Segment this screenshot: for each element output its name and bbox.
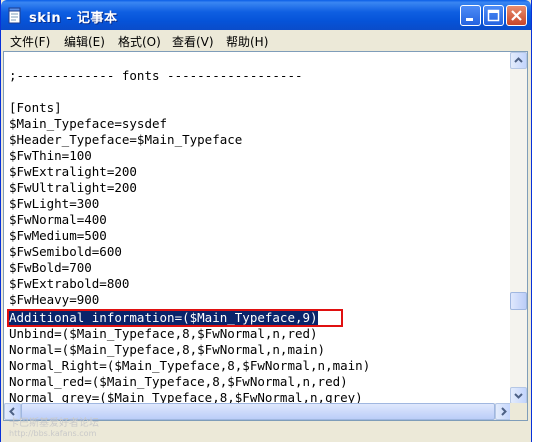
title-bar[interactable]: skin - 记事本 xyxy=(1,0,531,30)
close-button[interactable] xyxy=(506,5,527,26)
text-line: $FwThin=100 xyxy=(9,148,92,163)
menu-view[interactable]: 查看(V) xyxy=(172,33,214,50)
watermark: 卡巴斯基爱好者论坛 http://bbs.kafans.com xyxy=(9,419,149,439)
text-line: $FwMedium=500 xyxy=(9,228,107,243)
text-editor[interactable]: ;------------- fonts ------------------ … xyxy=(3,51,528,421)
text-line: $FwHeavy=900 xyxy=(9,292,100,307)
menu-help[interactable]: 帮助(H) xyxy=(226,33,268,50)
red-highlight-box xyxy=(7,309,343,327)
text-line: $FwUltralight=200 xyxy=(9,180,137,195)
arrow-down-icon xyxy=(514,393,523,399)
maximize-icon xyxy=(487,9,500,22)
scroll-down-button[interactable] xyxy=(510,387,527,404)
minimize-icon xyxy=(466,18,473,21)
watermark-url: http://bbs.kafans.com xyxy=(9,429,97,438)
text-line: $FwBold=700 xyxy=(9,260,92,275)
vertical-scroll-thumb[interactable] xyxy=(510,292,527,310)
notepad-app-icon xyxy=(8,7,21,24)
text-line: $FwExtralight=200 xyxy=(9,164,137,179)
text-line: Normal_grey=($Main_Typeface,8,$FwNormal,… xyxy=(9,390,363,404)
scrollbar-corner xyxy=(510,403,527,420)
text-line: ;------------- fonts ------------------ xyxy=(9,68,303,83)
close-icon xyxy=(511,10,522,21)
text-line: Normal_red=($Main_Typeface,8,$FwNormal,n… xyxy=(9,374,348,389)
menu-format[interactable]: 格式(O) xyxy=(118,33,161,50)
scroll-up-button[interactable] xyxy=(510,52,527,69)
arrow-up-icon xyxy=(514,57,523,63)
text-line: Normal=($Main_Typeface,8,$FwNormal,n,mai… xyxy=(9,342,326,357)
menu-bar: 文件(F) 编辑(E) 格式(O) 查看(V) 帮助(H) xyxy=(1,30,531,50)
menu-edit[interactable]: 编辑(E) xyxy=(64,33,105,50)
arrow-right-icon xyxy=(501,407,507,416)
arrow-left-icon xyxy=(9,407,15,416)
menu-file[interactable]: 文件(F) xyxy=(10,33,50,50)
text-line: $Main_Typeface=sysdef xyxy=(9,116,168,131)
text-line: $Header_Typeface=$Main_Typeface xyxy=(9,132,243,147)
window-title: skin - 记事本 xyxy=(29,11,118,26)
text-line: [Fonts] xyxy=(9,100,62,115)
text-content[interactable]: ;------------- fonts ------------------ … xyxy=(4,52,512,404)
text-line: Unbind=($Main_Typeface,8,$FwNormal,n,red… xyxy=(9,326,318,341)
vertical-scrollbar[interactable] xyxy=(510,52,527,404)
text-line: $FwLight=300 xyxy=(9,196,100,211)
text-line: $FwSemibold=600 xyxy=(9,244,122,259)
text-line: $FwExtrabold=800 xyxy=(9,276,130,291)
minimize-button[interactable] xyxy=(460,5,481,26)
notepad-window: skin - 记事本 文件(F) 编辑(E) 格式(O) 查看(V) 帮助(H) xyxy=(0,0,532,442)
text-line: $FwNormal=400 xyxy=(9,212,107,227)
watermark-title: 卡巴斯基爱好者论坛 xyxy=(9,418,99,429)
maximize-button[interactable] xyxy=(483,5,504,26)
text-line: Normal_Right=($Main_Typeface,8,$FwNormal… xyxy=(9,358,371,373)
